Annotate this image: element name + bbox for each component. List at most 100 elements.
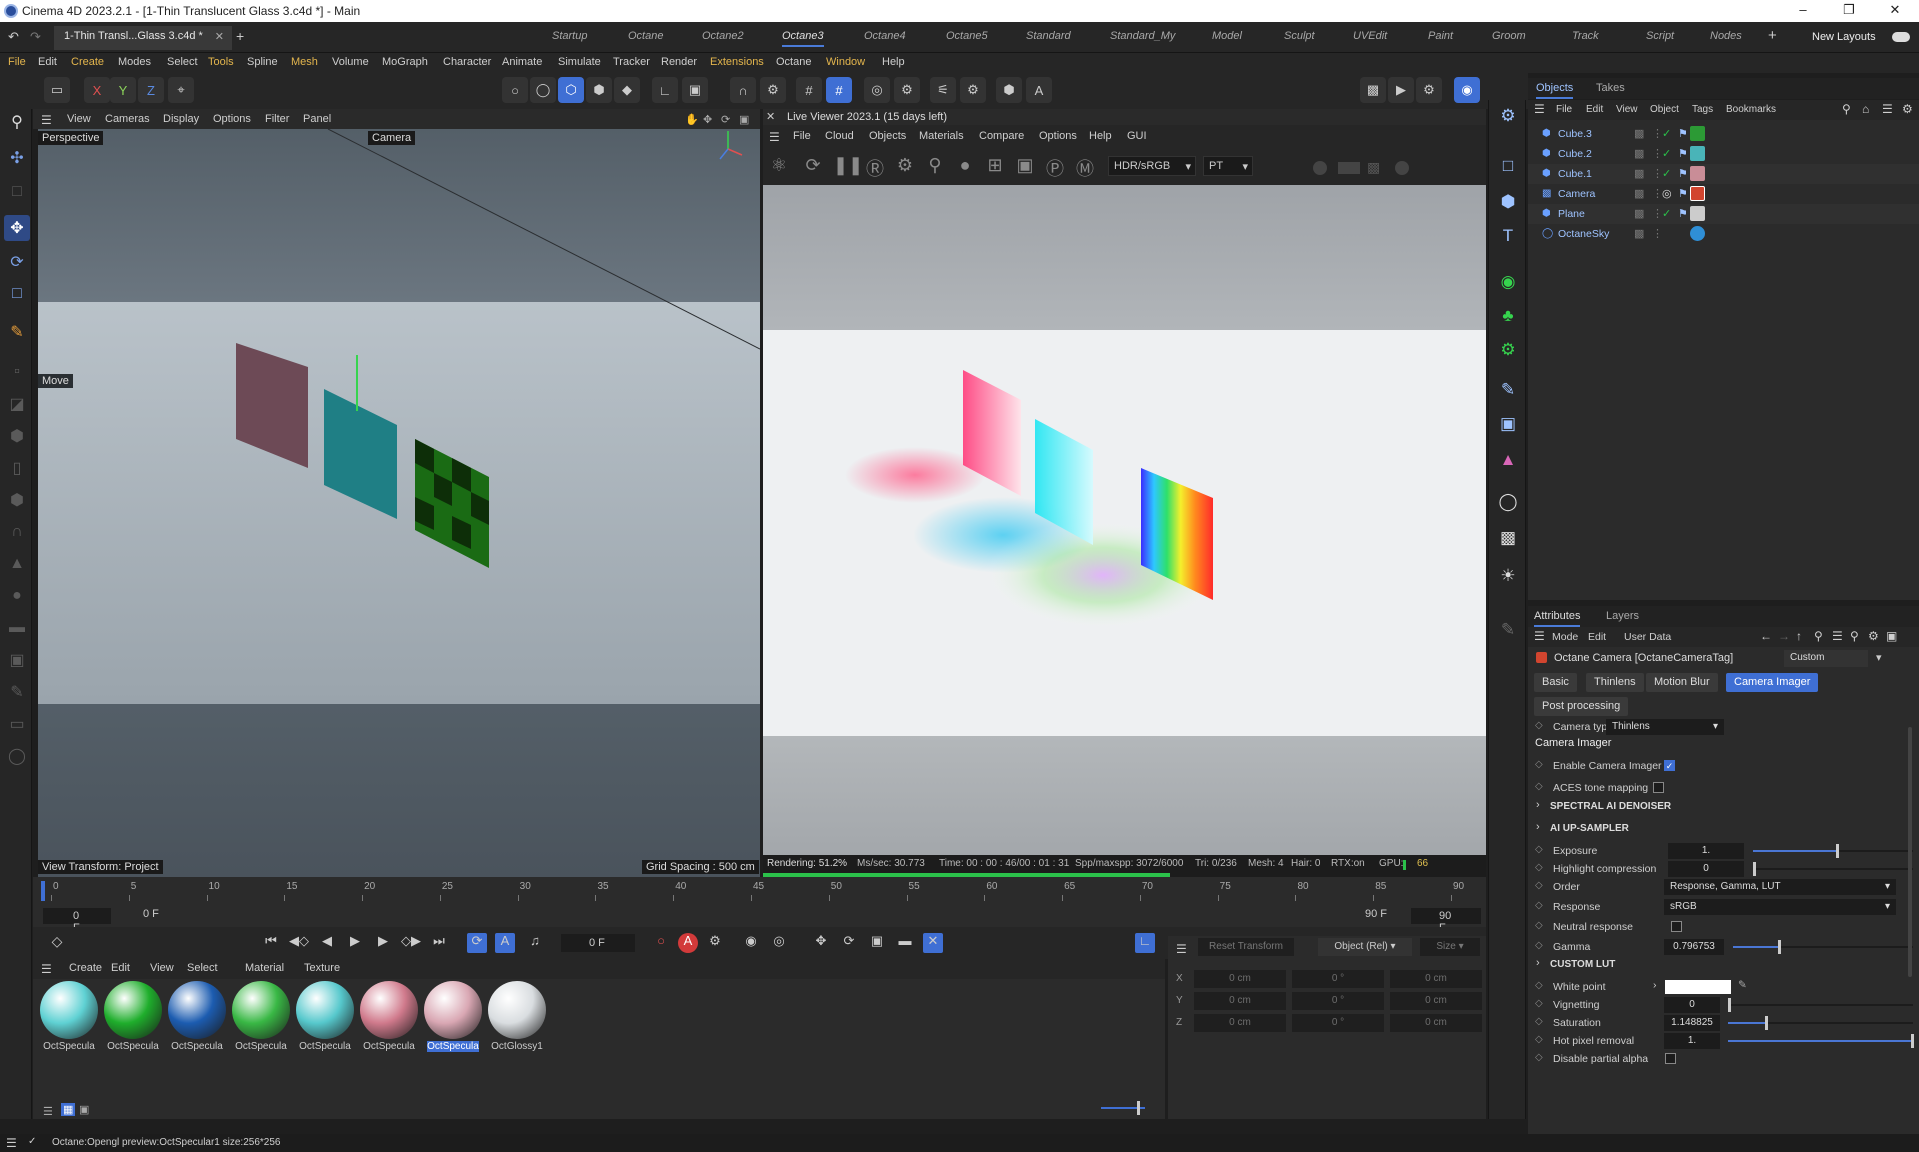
cube-cyan-glass[interactable]	[324, 389, 397, 519]
object-name[interactable]: Camera	[1558, 188, 1595, 200]
cube-pink-glass[interactable]	[236, 343, 308, 468]
document-tab[interactable]: 1-Thin Transl...Glass 3.c4d * ✕	[54, 26, 232, 50]
objects-hamburger-icon[interactable]: ☰	[1534, 102, 1545, 116]
render-active-view-icon[interactable]: ▶	[1388, 77, 1414, 103]
effector-icon[interactable]: ♣	[1495, 306, 1521, 332]
object-row-plane[interactable]: ⬢ Plane ▩ ⋮ ✓ ⚑	[1528, 204, 1919, 224]
brush-tool-icon[interactable]: ▬	[4, 615, 30, 641]
custom-lut-expand-icon[interactable]: ›	[1536, 957, 1540, 969]
material-thumbnail[interactable]: OctSpecula	[229, 981, 293, 1052]
coord-field-rotation[interactable]: 0 °	[1292, 970, 1384, 988]
coords-hamburger-icon[interactable]: ☰	[1176, 942, 1187, 956]
workplane-tool-icon[interactable]: ◯	[4, 743, 30, 769]
coord-field-scale[interactable]: 0 cm	[1390, 992, 1482, 1010]
layout-tab-script[interactable]: Script	[1646, 30, 1674, 42]
layout-tab-octane[interactable]: Octane	[628, 30, 663, 42]
tab-layers[interactable]: Layers	[1606, 610, 1639, 622]
subtab-basic[interactable]: Basic	[1534, 673, 1577, 692]
layouts-toggle[interactable]	[1892, 32, 1910, 42]
go-to-end-icon[interactable]: ⏭	[429, 933, 449, 953]
play-icon[interactable]: ▶	[345, 933, 365, 953]
layout-tab-nodes[interactable]: Nodes	[1710, 30, 1742, 42]
timeline-tools-icon[interactable]: ✕	[923, 933, 943, 953]
enabled-check-icon[interactable]: ✓	[1662, 127, 1671, 140]
live-viewer-menu-objects[interactable]: Objects	[869, 130, 906, 142]
status-menu-icon[interactable]: ☰	[6, 1136, 17, 1150]
objects-menu-bookmarks[interactable]: Bookmarks	[1726, 104, 1776, 115]
enabled-check-icon[interactable]: ✓	[1662, 207, 1671, 220]
object-name[interactable]: Cube.3	[1558, 128, 1592, 140]
region-render-icon[interactable]: Ⓡ	[863, 155, 887, 179]
text-object-icon[interactable]: T	[1495, 226, 1521, 252]
objects-menu-tags[interactable]: Tags	[1692, 104, 1713, 115]
maximize-view-icon[interactable]: ▣	[739, 113, 749, 126]
undo-icon[interactable]: ↶	[8, 29, 19, 45]
solo-mode-icon[interactable]: ▣	[682, 77, 708, 103]
bridge-tool-icon[interactable]: ∩	[4, 519, 30, 545]
menu-mograph[interactable]: MoGraph	[382, 56, 428, 68]
camera-snapshot-icon[interactable]: ▩	[1367, 159, 1380, 176]
material-tag-swatch[interactable]	[1690, 126, 1705, 141]
material-thumbnail[interactable]: OctSpecula	[357, 981, 421, 1052]
coord-field-position[interactable]: 0 cm	[1194, 1014, 1286, 1032]
subdivision-icon[interactable]: ▣	[1495, 414, 1521, 440]
move-view-icon[interactable]: ✥	[703, 113, 712, 126]
objects-menu-edit[interactable]: Edit	[1586, 104, 1603, 115]
magnet-tool-icon[interactable]: ●	[4, 583, 30, 609]
lock-icon[interactable]: ⚲	[923, 155, 947, 179]
material-ball-icon[interactable]: ●	[953, 155, 977, 179]
keyframe-diamond-icon[interactable]: ◇	[1535, 862, 1543, 873]
keyframe-diamond-icon[interactable]: ◇	[1535, 940, 1543, 951]
menu-window[interactable]: Window	[826, 56, 865, 68]
enable-imager-checkbox[interactable]: ✓	[1664, 760, 1675, 771]
layout-tab-standard[interactable]: Standard	[1026, 30, 1071, 42]
minimize-button[interactable]: –	[1780, 2, 1826, 20]
live-viewer-menu-options[interactable]: Options	[1039, 130, 1077, 142]
extrude-tool-icon[interactable]: ▫	[4, 359, 30, 385]
keyframe-diamond-icon[interactable]: ◇	[1535, 720, 1543, 731]
viewport-menu-view[interactable]: View	[67, 113, 91, 125]
subtab-motion-blur[interactable]: Motion Blur	[1646, 673, 1718, 692]
spectral-expand-icon[interactable]: ›	[1536, 799, 1540, 811]
material-tag-swatch[interactable]	[1690, 166, 1705, 181]
menu-animate[interactable]: Animate	[502, 56, 542, 68]
octane-live-viewer-icon[interactable]: ◉	[1454, 77, 1480, 103]
symmetry-icon[interactable]: ⚟	[930, 77, 956, 103]
tab-post-processing[interactable]: Post processing	[1534, 697, 1629, 716]
live-viewer-menu-materials[interactable]: Materials	[919, 130, 964, 142]
live-viewer-close-icon[interactable]: ✕	[766, 110, 775, 123]
material-thumbnail[interactable]: OctSpecula	[421, 981, 485, 1052]
visibility-dots-icon[interactable]: ▩	[1634, 227, 1644, 240]
loop-icon[interactable]: ⟳	[467, 933, 487, 953]
prev-frame-icon[interactable]: ◀	[317, 933, 337, 953]
attributes-lock-icon[interactable]: ⚲	[1850, 629, 1859, 643]
redo-icon[interactable]: ↷	[30, 29, 41, 45]
coord-field-rotation[interactable]: 0 °	[1292, 1014, 1384, 1032]
menu-octane[interactable]: Octane	[776, 56, 811, 68]
white-point-swatch[interactable]	[1665, 980, 1731, 994]
layout-tab-track[interactable]: Track	[1572, 30, 1599, 42]
uv-mode-icon[interactable]: ◆	[614, 77, 640, 103]
focus-icon[interactable]: ▣	[1013, 155, 1037, 179]
field-icon[interactable]: ▲	[1495, 450, 1521, 476]
edit-pen-icon[interactable]: ✎	[1495, 620, 1521, 646]
exposure-field[interactable]: 1.	[1668, 843, 1744, 859]
mograph-cloner-icon[interactable]: ◉	[1495, 272, 1521, 298]
attributes-filter-icon[interactable]: ☰	[1832, 629, 1843, 643]
layout-tab-octane2[interactable]: Octane2	[702, 30, 744, 42]
fcurve-icon[interactable]: ∟	[1135, 933, 1155, 953]
scale-tool-icon[interactable]: □	[4, 281, 30, 307]
axis-mode-icon[interactable]: ∟	[652, 77, 678, 103]
bevel-tool-icon[interactable]: ◪	[4, 391, 30, 417]
knife-tool-icon[interactable]: ✎	[4, 319, 30, 345]
up-arrow-icon[interactable]: ↑	[1796, 629, 1802, 643]
keyframe-diamond-icon[interactable]: ◇	[47, 933, 67, 953]
menu-modes[interactable]: Modes	[118, 56, 151, 68]
material-tag-swatch[interactable]	[1690, 146, 1705, 161]
timeline-ruler[interactable]: 0 5 10 15 20 25 30 35 40 45 50 55 60 65 70 75 80 85 90 0 F…	[33, 877, 1486, 934]
disable-alpha-checkbox[interactable]	[1665, 1053, 1676, 1064]
tag-icon[interactable]: ⚑	[1678, 127, 1688, 140]
add-icon[interactable]: ⊞	[983, 155, 1007, 179]
material-thumbnail[interactable]: OctSpecula	[37, 981, 101, 1052]
attributes-new-icon[interactable]: ▣	[1886, 629, 1897, 643]
